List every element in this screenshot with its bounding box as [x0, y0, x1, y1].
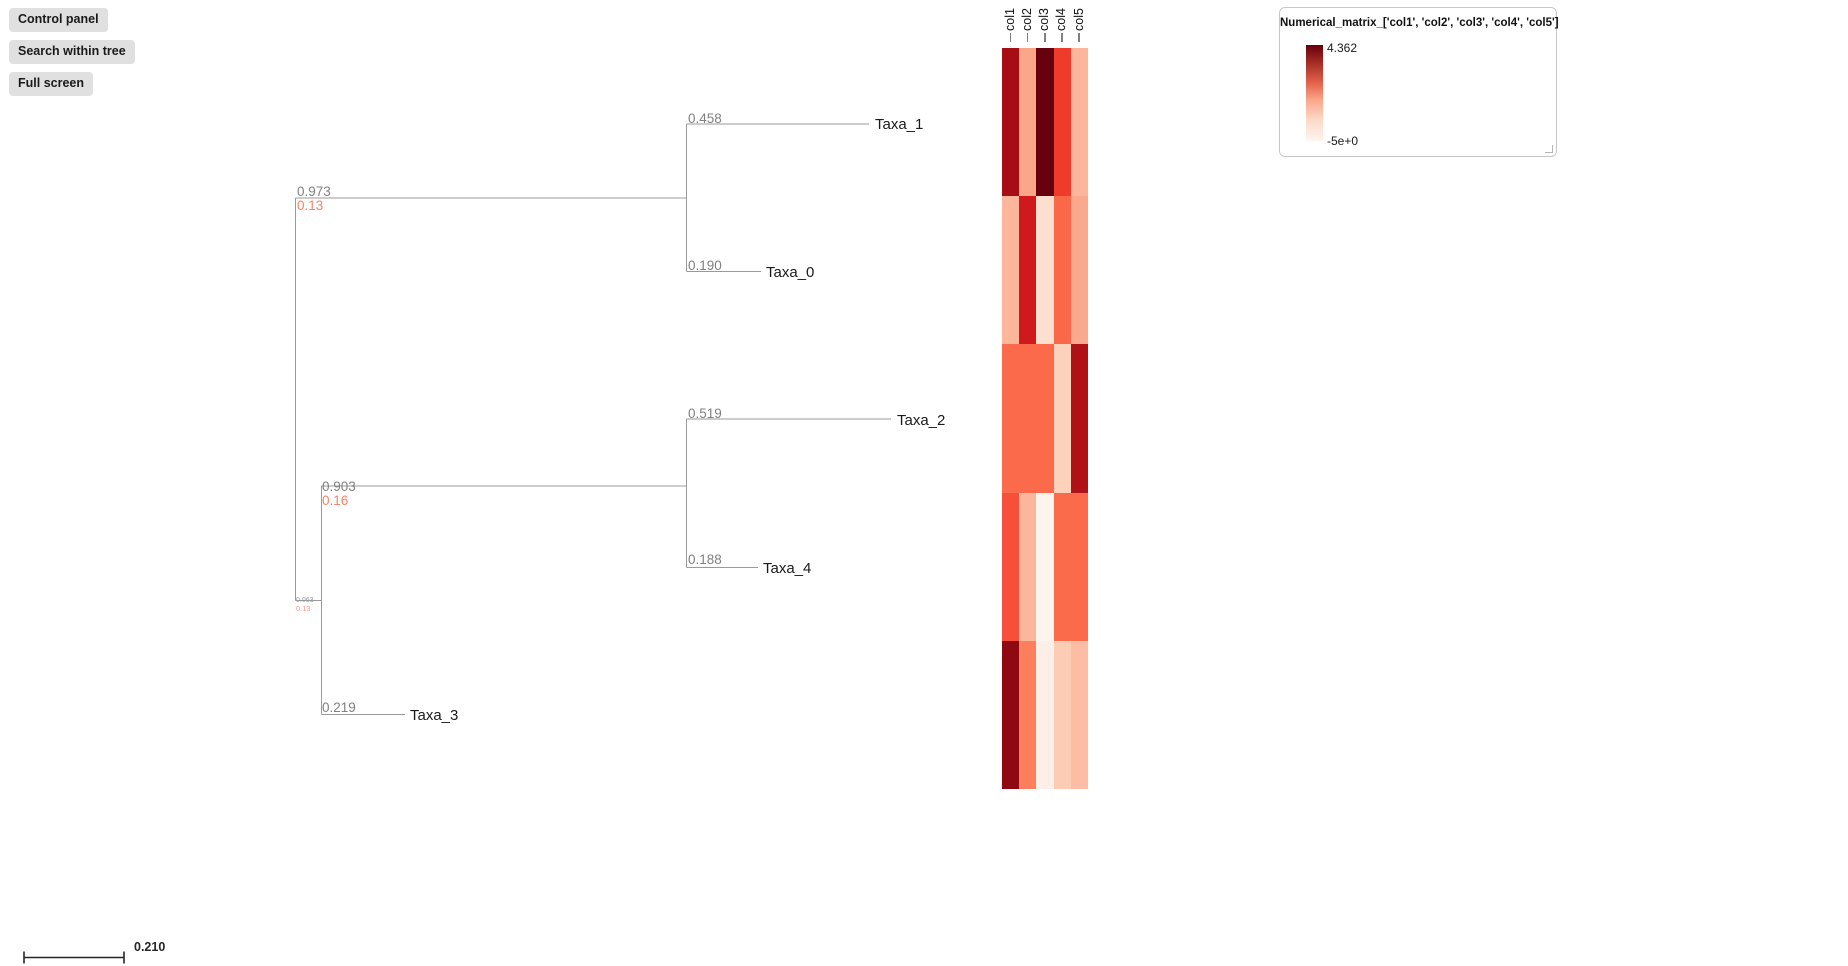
- scale-bar: 0.210: [18, 940, 165, 966]
- branch-length-taxa-0: 0.190: [688, 258, 722, 273]
- heatmap-tick-col2: [1026, 33, 1029, 42]
- heatmap-cell[interactable]: [1002, 344, 1020, 493]
- heatmap-tick-col4: [1061, 33, 1063, 42]
- scale-bar-label: 0.210: [134, 940, 166, 954]
- heatmap-cell[interactable]: [1036, 640, 1054, 789]
- heatmap-cell[interactable]: [1036, 48, 1054, 197]
- heatmap-cell[interactable]: [1036, 492, 1054, 641]
- heatmap-cell[interactable]: [1002, 48, 1020, 197]
- heatmap-cell[interactable]: [1019, 344, 1037, 493]
- phylogenetic-tree[interactable]: 0.973 0.13 0.903 0.16 0.063 0.13 0.458 0…: [0, 0, 1848, 966]
- heatmap-column-header-col3: col3: [1037, 8, 1051, 31]
- scale-bar-graphic: [23, 951, 125, 964]
- node-distance-basal: 0.13: [296, 604, 311, 613]
- legend-min-value: -5e+0: [1327, 134, 1359, 148]
- heatmap-tick-col5: [1078, 33, 1080, 42]
- heatmap-column-header-col5: col5: [1072, 8, 1086, 31]
- legend-max-value: 4.362: [1327, 41, 1358, 55]
- heatmap-tick-col1: [1009, 33, 1012, 42]
- heatmap-cell[interactable]: [1053, 492, 1071, 641]
- node-distance-lower: 0.16: [322, 493, 348, 508]
- node-support-lower: 0.903: [322, 479, 356, 494]
- heatmap-cell[interactable]: [1019, 196, 1037, 345]
- heatmap-cell[interactable]: [1053, 48, 1071, 197]
- heatmap-cell[interactable]: [1070, 344, 1088, 493]
- heatmap-cell[interactable]: [1053, 640, 1071, 789]
- branch-length-taxa-2: 0.519: [688, 406, 722, 421]
- heatmap-cell[interactable]: [1036, 344, 1054, 493]
- legend-title: Numerical_matrix_['col1', 'col2', 'col3'…: [1280, 17, 1559, 29]
- heatmap-panel: col1 col2 col3 col4 col5: [1002, 0, 1112, 789]
- leaf-label-taxa-0[interactable]: Taxa_0: [766, 264, 814, 281]
- branch-length-taxa-3: 0.219: [322, 700, 356, 715]
- heatmap-grid[interactable]: [1002, 48, 1088, 789]
- heatmap-cell[interactable]: [1002, 196, 1020, 345]
- legend-gradient-bar: [1306, 45, 1323, 141]
- heatmap-column-header-col4: col4: [1054, 8, 1068, 31]
- branch-length-taxa-4: 0.188: [688, 552, 722, 567]
- heatmap-column-header-col2: col2: [1020, 8, 1034, 31]
- heatmap-legend[interactable]: Numerical_matrix_['col1', 'col2', 'col3'…: [1279, 7, 1559, 157]
- heatmap-cell[interactable]: [1053, 344, 1071, 493]
- node-distance-root: 0.13: [297, 198, 323, 213]
- leaf-label-taxa-3[interactable]: Taxa_3: [410, 707, 458, 724]
- leaf-label-taxa-1[interactable]: Taxa_1: [875, 116, 923, 133]
- heatmap-cell[interactable]: [1002, 640, 1020, 789]
- heatmap-column-header-col1: col1: [1003, 8, 1017, 31]
- heatmap-cell[interactable]: [1019, 48, 1037, 197]
- heatmap-cell[interactable]: [1070, 640, 1088, 789]
- node-support-basal: 0.063: [296, 597, 314, 604]
- leaf-label-taxa-4[interactable]: Taxa_4: [763, 560, 811, 577]
- heatmap-column-headers: col1 col2 col3 col4 col5: [1002, 0, 1112, 42]
- heatmap-cell[interactable]: [1070, 492, 1088, 641]
- heatmap-cell[interactable]: [1070, 48, 1088, 197]
- branch-length-taxa-1: 0.458: [688, 111, 722, 126]
- heatmap-cell[interactable]: [1002, 492, 1020, 641]
- heatmap-cell[interactable]: [1019, 640, 1037, 789]
- legend-resize-handle[interactable]: [1545, 145, 1554, 154]
- heatmap-cell[interactable]: [1053, 196, 1071, 345]
- heatmap-tick-col3: [1044, 33, 1046, 42]
- heatmap-cell[interactable]: [1070, 196, 1088, 345]
- node-support-root: 0.973: [297, 184, 331, 199]
- heatmap-cell[interactable]: [1036, 196, 1054, 345]
- leaf-label-taxa-2[interactable]: Taxa_2: [897, 412, 945, 429]
- heatmap-cell[interactable]: [1019, 492, 1037, 641]
